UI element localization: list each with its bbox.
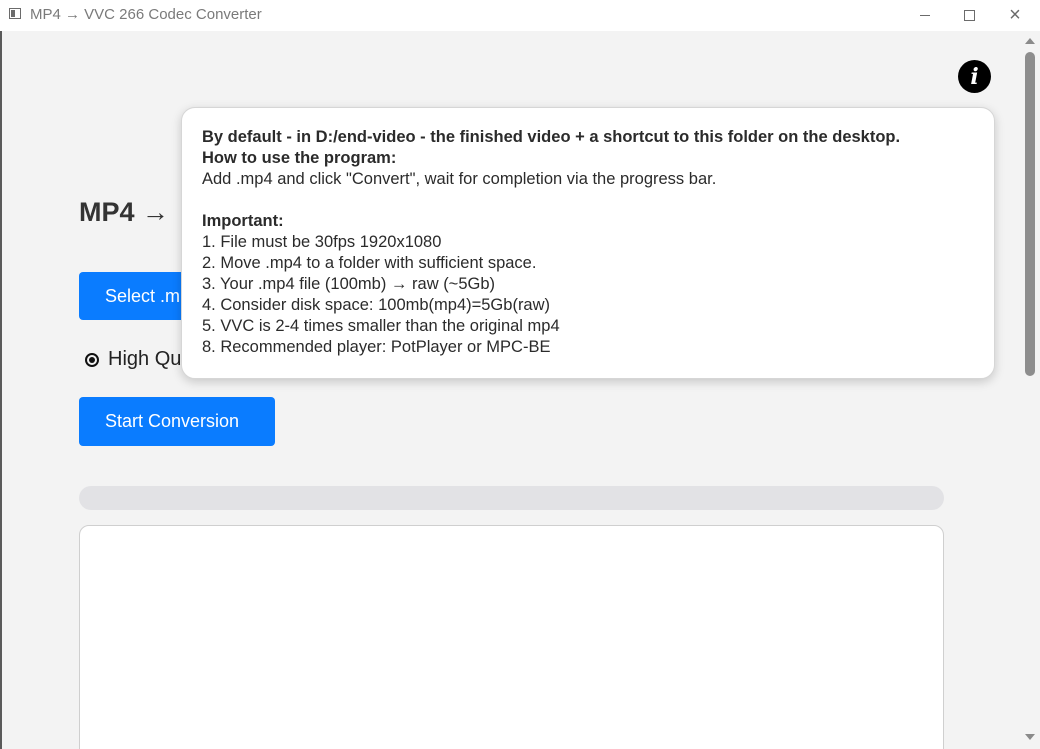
minimize-button[interactable] — [902, 0, 948, 31]
tooltip-howto-text: Add .mp4 and click "Convert", wait for c… — [202, 170, 717, 188]
select-file-label: Select .m — [105, 285, 181, 306]
close-icon: × — [1009, 4, 1021, 26]
high-quality-option[interactable]: High Qu — [85, 348, 181, 371]
close-button[interactable]: × — [992, 0, 1038, 31]
window-title: MP4 → VVC 266 Codec Converter — [30, 6, 262, 23]
info-icon[interactable]: i — [958, 60, 991, 93]
tooltip-important-title: Important: — [202, 212, 284, 230]
tooltip-howto-title: How to use the program: — [202, 149, 397, 167]
high-quality-radio[interactable] — [85, 352, 99, 367]
tooltip-item: 5. VVC is 2-4 times smaller than the ori… — [202, 317, 560, 335]
window-edge — [0, 31, 2, 749]
maximize-icon — [963, 10, 975, 21]
scroll-down-icon[interactable] — [1025, 734, 1035, 740]
tooltip-item: 4. Consider disk space: 100mb(mp4)=5Gb(r… — [202, 296, 551, 314]
log-output[interactable] — [79, 525, 944, 749]
tooltip-default-path: By default - in D:/end-video - the finis… — [202, 128, 901, 146]
tooltip-item: 3. Your .mp4 file (100mb) → raw (~5Gb) — [202, 275, 496, 293]
start-conversion-button[interactable]: Start Conversion — [79, 397, 275, 446]
tooltip-item: 2. Move .mp4 to a folder with sufficient… — [202, 254, 537, 272]
title-bar[interactable]: MP4 → VVC 266 Codec Converter × — [0, 0, 1040, 31]
scroll-up-icon[interactable] — [1025, 38, 1035, 44]
app-icon — [9, 8, 21, 19]
minimize-icon — [920, 15, 930, 16]
start-conversion-label: Start Conversion — [105, 411, 240, 431]
progress-bar — [79, 486, 944, 510]
scroll-thumb[interactable] — [1025, 52, 1035, 376]
tooltip-item: 8. Recommended player: PotPlayer or MPC-… — [202, 338, 551, 356]
app-window: MP4 → VVC 266 Codec Converter × i MP4 → … — [0, 0, 1040, 749]
info-tooltip: By default - in D:/end-video - the finis… — [181, 107, 995, 379]
info-icon-glyph: i — [970, 63, 979, 90]
tooltip-item: 1. File must be 30fps 1920x1080 — [202, 233, 442, 251]
maximize-button[interactable] — [946, 0, 992, 31]
vertical-scrollbar[interactable] — [1021, 31, 1040, 749]
page-title: MP4 → — [79, 197, 170, 227]
high-quality-label: High Qu — [108, 348, 182, 370]
